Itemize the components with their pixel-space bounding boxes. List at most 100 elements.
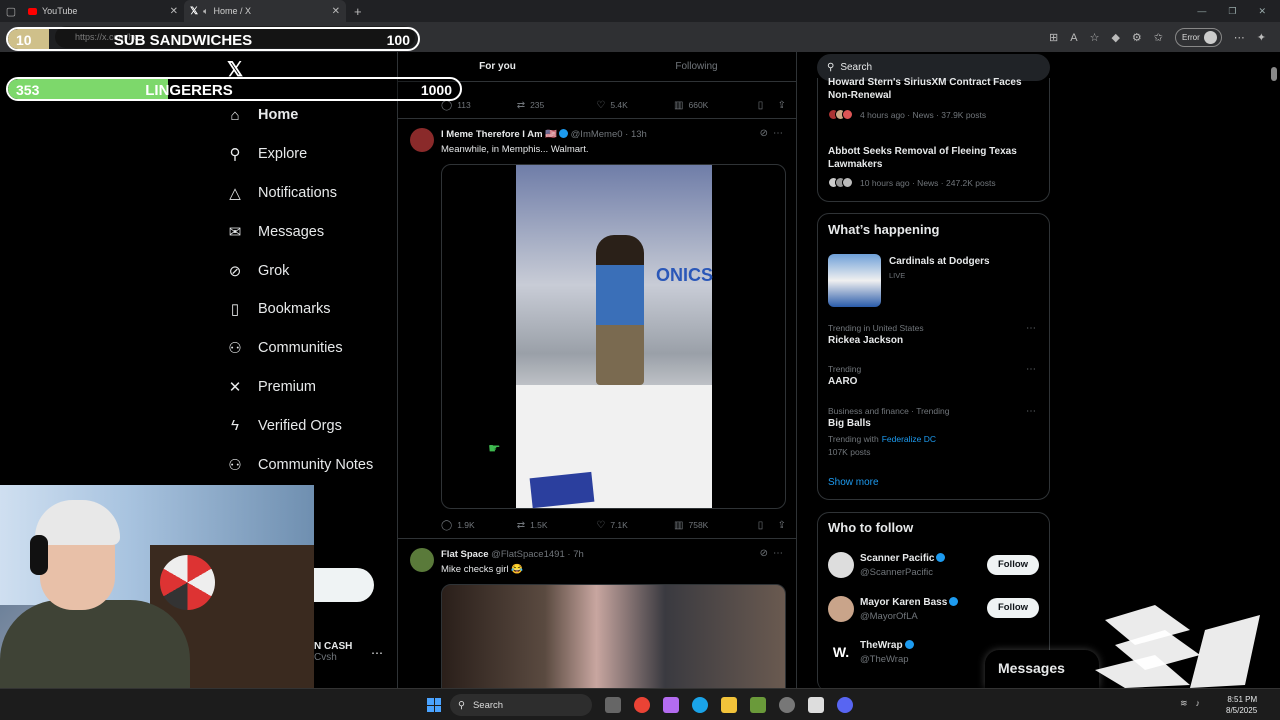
wifi-icon[interactable]: ≋ <box>1180 698 1188 709</box>
share-button[interactable]: ⇪ <box>778 100 786 111</box>
profile-error-button[interactable]: Error <box>1175 28 1222 47</box>
more-icon[interactable]: ⋯ <box>1026 406 1037 417</box>
handle[interactable]: @ImMeme0 <box>571 129 623 140</box>
puzzle-icon[interactable]: ⚙ <box>1132 31 1142 44</box>
tweet-image[interactable] <box>441 584 786 688</box>
bookmark-button[interactable]: ▯ <box>758 520 778 531</box>
speaker-icon[interactable]: 🔈︎ <box>203 6 208 17</box>
copilot-icon[interactable] <box>663 697 679 713</box>
tweet-text: Mike checks girl 😂 <box>441 564 524 575</box>
tab-youtube[interactable]: YouTube ✕ <box>22 0 184 22</box>
taskbar-clock[interactable]: 8:51 PM 8/5/2025 <box>1226 694 1257 716</box>
nav-item-verified-orgs[interactable]: ϟ Verified Orgs <box>226 406 373 445</box>
task-view-icon[interactable] <box>605 697 621 713</box>
timestamp[interactable]: 13h <box>631 129 647 140</box>
event-name[interactable]: Cardinals at Dodgers <box>889 256 990 267</box>
copilot-icon[interactable]: ✦ <box>1257 31 1266 44</box>
account-switcher[interactable]: N CASH Cvsh <box>314 641 352 663</box>
tab-title: Home / X <box>213 6 251 16</box>
repost-button[interactable]: ⇄ 235 <box>517 100 597 111</box>
grok-icon[interactable]: ⊘ <box>760 128 768 139</box>
more-icon[interactable]: ⋯ <box>371 646 383 660</box>
follow-button[interactable]: Follow <box>987 555 1039 575</box>
trend-name[interactable]: Rickea Jackson <box>828 335 903 346</box>
new-tab-button[interactable]: + <box>346 4 370 19</box>
more-icon[interactable]: ⋯ <box>773 128 784 139</box>
minimize-icon[interactable]: — <box>1197 6 1206 17</box>
share-button[interactable]: ⇪ <box>778 520 786 531</box>
timestamp[interactable]: 7h <box>573 549 584 560</box>
reply-button[interactable]: ◯ 1.9K <box>441 520 517 531</box>
volume-icon[interactable]: ♪ <box>1196 698 1201 709</box>
nav-item-home[interactable]: ⌂ Home <box>226 96 373 135</box>
chrome-icon[interactable] <box>634 697 650 713</box>
avatar[interactable] <box>410 548 434 572</box>
views-button[interactable]: ▥ 758K <box>674 520 758 531</box>
more-icon[interactable]: ⋯ <box>1026 364 1037 375</box>
minecraft-icon[interactable] <box>750 697 766 713</box>
app-icon[interactable] <box>808 697 824 713</box>
repost-button[interactable]: ⇄ 1.5K <box>517 520 597 531</box>
grok-icon[interactable]: ⊘ <box>760 548 768 559</box>
maximize-icon[interactable]: ❐ <box>1228 6 1236 17</box>
apps-icon[interactable]: ⊞ <box>1049 31 1058 44</box>
close-window-icon[interactable]: ✕ <box>1258 6 1266 17</box>
account-name[interactable]: Scanner Pacific <box>860 553 946 564</box>
extension-icon[interactable]: ◆ <box>1111 31 1119 44</box>
nav-item-notifications[interactable]: △ Notifications <box>226 174 373 213</box>
favorites-icon[interactable]: ✩ <box>1154 31 1163 44</box>
trending-with-link[interactable]: Federalize DC <box>882 434 936 444</box>
news-title[interactable]: Abbott Seeks Removal of Fleeing Texas La… <box>828 145 1038 171</box>
nav-item-premium[interactable]: ✕ Premium <box>226 368 373 407</box>
display-name[interactable]: I Meme Therefore I Am 🇺🇸 <box>441 129 557 140</box>
edge-icon[interactable] <box>692 697 708 713</box>
read-aloud-icon[interactable]: A <box>1070 32 1077 44</box>
account-name[interactable]: TheWrap <box>860 640 914 651</box>
file-explorer-icon[interactable] <box>721 697 737 713</box>
handle[interactable]: @FlatSpace1491 <box>491 549 565 560</box>
news-title[interactable]: Howard Stern's SiriusXM Contract Faces N… <box>828 76 1038 102</box>
avatar[interactable] <box>828 552 854 578</box>
nav-item-communities[interactable]: ⚇ Communities <box>226 329 373 368</box>
avatar[interactable] <box>828 596 854 622</box>
like-button[interactable]: ♡ 7.1K <box>596 520 674 531</box>
tweet-video[interactable]: ONICS <box>441 164 786 509</box>
avatar[interactable] <box>410 128 434 152</box>
thewrap-logo-icon[interactable]: W. <box>828 639 854 665</box>
nav-item-explore[interactable]: ⚲ Explore <box>226 135 373 174</box>
more-icon[interactable]: ⋯ <box>1026 323 1037 334</box>
messages-drawer[interactable]: Messages <box>985 650 1099 688</box>
more-menu-icon[interactable]: ⋯ <box>1234 31 1245 44</box>
trend-name[interactable]: Big Balls <box>828 418 871 429</box>
tab-actions-icon[interactable]: ▢ <box>0 0 22 22</box>
display-name[interactable]: Flat Space <box>441 549 489 560</box>
trend-name[interactable]: AARO <box>828 376 857 387</box>
settings-icon[interactable] <box>779 697 795 713</box>
tweet[interactable]: I Meme Therefore I Am 🇺🇸 @ImMeme0 · 13h … <box>398 128 796 531</box>
tweet[interactable]: Flat Space @FlatSpace1491 · 7h ⊘ ⋯ Mike … <box>398 548 796 688</box>
more-icon[interactable]: ⋯ <box>773 548 784 559</box>
scrollbar[interactable] <box>1268 52 1280 688</box>
nav-item-community-notes[interactable]: ⚇ Community Notes <box>226 445 373 484</box>
tab-close-icon[interactable]: ✕ <box>332 6 340 17</box>
account-name[interactable]: Mayor Karen Bass <box>860 597 959 608</box>
nav-item-bookmarks[interactable]: ▯ Bookmarks <box>226 290 373 329</box>
scrollbar-thumb[interactable] <box>1271 67 1277 81</box>
person-shape <box>596 235 644 385</box>
tab-following[interactable]: Following <box>597 52 796 81</box>
discord-icon[interactable] <box>837 697 853 713</box>
taskbar-search[interactable]: ⚲ Search <box>450 694 592 716</box>
favorite-star-icon[interactable]: ☆ <box>1090 31 1100 44</box>
like-button[interactable]: ♡ 5.4K <box>596 100 674 111</box>
show-more-link[interactable]: Show more <box>828 477 879 488</box>
event-image[interactable] <box>828 254 881 307</box>
windows-start-icon[interactable] <box>427 698 441 712</box>
follow-button[interactable]: Follow <box>987 598 1039 618</box>
nav-item-grok[interactable]: ⊘ Grok <box>226 251 373 290</box>
views-button[interactable]: ▥ 660K <box>674 100 758 111</box>
reply-button[interactable]: ◯ 113 <box>441 100 517 111</box>
bookmark-button[interactable]: ▯ <box>758 100 778 111</box>
tab-close-icon[interactable]: ✕ <box>170 6 178 17</box>
nav-item-messages[interactable]: ✉ Messages <box>226 212 373 251</box>
tab-x-home[interactable]: 𝕏 🔈︎ Home / X ✕ <box>184 0 346 22</box>
